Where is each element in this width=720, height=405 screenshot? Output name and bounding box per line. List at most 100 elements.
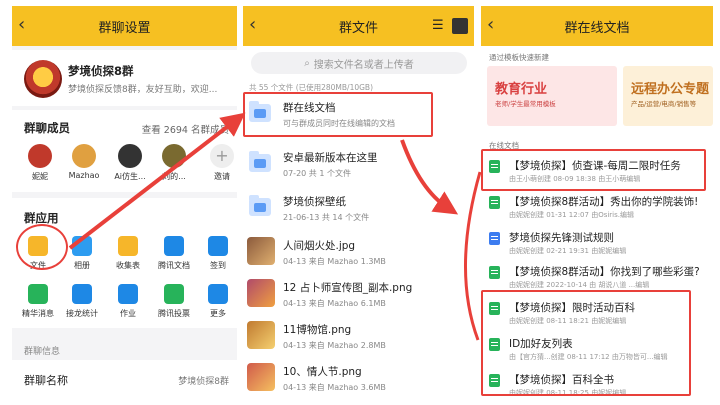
apps-card: 群应用 文件 相册 收集表 腾讯文档 签到 精华消息 接龙统计 作业 腾讯投票 … bbox=[12, 198, 237, 328]
doc-info: 由妮妮创建 08-11 18:25 由妮妮编辑 bbox=[509, 389, 627, 397]
doc-info: 由妮妮创建 02-21 19:31 由妮妮编辑 bbox=[509, 247, 627, 255]
checkin-icon bbox=[208, 236, 228, 256]
template-education[interactable]: 教育行业 老师/学生最常用模板 bbox=[487, 66, 617, 126]
image-thumbnail bbox=[247, 279, 275, 307]
sheet-icon bbox=[489, 266, 500, 279]
back-arrow-icon[interactable]: ‹ bbox=[249, 16, 256, 34]
invite-button[interactable]: + 邀请 bbox=[202, 144, 237, 182]
search-placeholder: 搜索文件名或者上传者 bbox=[313, 59, 414, 71]
app-label: 更多 bbox=[210, 309, 226, 318]
doc-row[interactable]: ID加好友列表 由【官方猜...创建 08-11 17:12 由万物皆可...编… bbox=[481, 334, 713, 364]
sheet-icon bbox=[489, 160, 500, 173]
app-relay[interactable]: 接龙统计 bbox=[62, 284, 102, 319]
app-essence[interactable]: 精华消息 bbox=[18, 284, 58, 319]
avatar bbox=[72, 144, 96, 168]
file-row-folder[interactable]: 安卓最新版本在这里 07-20 共 1 个文件 bbox=[243, 144, 474, 184]
member-name: 刘的... bbox=[162, 172, 186, 181]
group-name: 梦境侦探8群 bbox=[68, 64, 134, 78]
template-title: 教育行业 bbox=[495, 82, 548, 97]
group-name-label: 群聊名称 bbox=[24, 374, 68, 387]
back-arrow-icon[interactable]: ‹ bbox=[18, 16, 25, 34]
upload-folder-icon[interactable] bbox=[452, 18, 468, 34]
file-info: 04-13 来自 Mazhao 3.6MB bbox=[283, 383, 386, 392]
apps-title: 群应用 bbox=[24, 211, 59, 225]
file-info: 可与群成员同时在线编辑的文档 bbox=[283, 119, 395, 128]
member-name: Ai仿生... bbox=[114, 172, 146, 181]
member-item[interactable]: Ai仿生... bbox=[110, 144, 150, 182]
avatar bbox=[118, 144, 142, 168]
tencent-docs-icon bbox=[164, 236, 184, 256]
doc-row[interactable]: 【梦境侦探8群活动】秀出你的学院装饰! 由妮妮创建 01-31 12:07 由O… bbox=[481, 192, 713, 222]
doc-title: 【梦境侦探】百科全书 bbox=[509, 374, 614, 386]
file-info: 07-20 共 1 个文件 bbox=[283, 169, 351, 178]
doc-row[interactable]: 【梦境侦探】百科全书 由妮妮创建 08-11 18:25 由妮妮编辑 bbox=[481, 370, 713, 400]
page-title: 群聊设置 bbox=[98, 20, 151, 36]
image-thumbnail bbox=[247, 363, 275, 391]
app-label: 接龙统计 bbox=[66, 309, 98, 318]
file-info: 04-13 来自 Mazhao 1.3MB bbox=[283, 257, 386, 266]
more-icon bbox=[208, 284, 228, 304]
top-bar: ‹ 群聊设置 bbox=[12, 6, 237, 46]
file-info: 04-13 来自 Mazhao 2.8MB bbox=[283, 341, 386, 350]
folder-icon bbox=[28, 236, 48, 256]
album-icon bbox=[72, 236, 92, 256]
doc-row[interactable]: 【梦境侦探】侦查课-每周二限时任务 由王小萌创建 08-09 18:38 由王小… bbox=[481, 156, 713, 186]
file-name: 人间烟火处.jpg bbox=[283, 240, 356, 252]
group-description: 梦境侦探反馈8群，友好互助，欢迎... bbox=[68, 85, 218, 95]
invite-label: 邀请 bbox=[214, 172, 230, 181]
doc-row[interactable]: 【梦境侦探8群活动】你找到了哪些彩蛋? 由妮妮创建 2022-10-14 由 胡… bbox=[481, 262, 713, 292]
app-files[interactable]: 文件 bbox=[18, 236, 58, 271]
members-title: 群聊成员 bbox=[24, 121, 70, 135]
app-vote[interactable]: 腾讯投票 bbox=[154, 284, 194, 319]
file-row-image[interactable]: 11博物馆.png 04-13 来自 Mazhao 2.8MB bbox=[243, 316, 474, 356]
group-avatar bbox=[24, 60, 62, 98]
template-remote-work[interactable]: 远程办公专题 产品/运营/电商/销售等 bbox=[623, 66, 713, 126]
sort-icon[interactable]: ☰ bbox=[432, 18, 448, 34]
doc-info: 由妮妮创建 2022-10-14 由 胡说八道 ...编辑 bbox=[509, 281, 650, 289]
app-label: 作业 bbox=[120, 309, 136, 318]
app-label: 签到 bbox=[210, 261, 226, 270]
sheet-icon bbox=[489, 196, 500, 209]
app-label: 相册 bbox=[74, 261, 90, 270]
image-thumbnail bbox=[247, 237, 275, 265]
app-more[interactable]: 更多 bbox=[198, 284, 237, 319]
vote-icon bbox=[164, 284, 184, 304]
online-docs-panel: ‹ 群在线文档 通过模板快速新建 教育行业 老师/学生最常用模板 远程办公专题 … bbox=[481, 6, 713, 400]
file-row-image[interactable]: 10、情人节.png 04-13 来自 Mazhao 3.6MB bbox=[243, 358, 474, 398]
doc-info: 由【官方猜...创建 08-11 17:12 由万物皆可...编辑 bbox=[509, 353, 668, 361]
file-name: 梦境侦探壁纸 bbox=[283, 196, 346, 208]
doc-info: 由妮妮创建 01-31 12:07 由Osiris.编辑 bbox=[509, 211, 634, 219]
doc-title: 【梦境侦探8群活动】你找到了哪些彩蛋? bbox=[509, 266, 700, 278]
app-tencent-docs[interactable]: 腾讯文档 bbox=[154, 236, 194, 271]
search-input[interactable]: ⌕ 搜索文件名或者上传者 bbox=[251, 52, 467, 74]
file-row-image[interactable]: 12 占卜师宣传图_副本.png 04-13 来自 Mazhao 6.1MB bbox=[243, 274, 474, 314]
member-item[interactable]: 妮妮 bbox=[20, 144, 60, 182]
homework-icon bbox=[118, 284, 138, 304]
doc-info: 由妮妮创建 08-11 18:21 由妮妮编辑 bbox=[509, 317, 627, 325]
doc-title: 梦境侦探先锋测试规则 bbox=[509, 232, 614, 244]
sheet-icon bbox=[489, 338, 500, 351]
template-hint: 通过模板快速新建 bbox=[489, 53, 549, 62]
folder-icon bbox=[249, 101, 271, 122]
back-arrow-icon[interactable]: ‹ bbox=[487, 16, 494, 34]
view-members-link[interactable]: 查看 2694 名群成员 bbox=[142, 122, 229, 136]
file-row-folder[interactable]: 群在线文档 可与群成员同时在线编辑的文档 bbox=[243, 94, 474, 134]
sheet-icon bbox=[489, 302, 500, 315]
member-item[interactable]: Mazhao bbox=[64, 144, 104, 180]
member-item[interactable]: 刘的... bbox=[154, 144, 194, 182]
group-header-card[interactable]: 梦境侦探8群 梦境侦探反馈8群，友好互助，欢迎... bbox=[12, 50, 237, 106]
template-title: 远程办公专题 bbox=[631, 82, 710, 97]
members-card: 群聊成员 查看 2694 名群成员 妮妮 Mazhao Ai仿生... 刘的..… bbox=[12, 110, 237, 192]
doc-row[interactable]: 【梦境侦探】限时活动百科 由妮妮创建 08-11 18:21 由妮妮编辑 bbox=[481, 298, 713, 328]
group-name-row[interactable]: 群聊名称 梦境侦探8群 bbox=[12, 360, 237, 400]
file-row-folder[interactable]: 梦境侦探壁纸 21-06-13 共 14 个文件 bbox=[243, 188, 474, 228]
doc-row[interactable]: 梦境侦探先锋测试规则 由妮妮创建 02-21 19:31 由妮妮编辑 bbox=[481, 228, 713, 258]
doc-title: 【梦境侦探8群活动】秀出你的学院装饰! bbox=[509, 196, 699, 208]
sheet-icon bbox=[489, 374, 500, 387]
file-row-image[interactable]: 人间烟火处.jpg 04-13 来自 Mazhao 1.3MB bbox=[243, 232, 474, 272]
file-name: 安卓最新版本在这里 bbox=[283, 152, 378, 164]
app-checkin[interactable]: 签到 bbox=[198, 236, 237, 271]
app-album[interactable]: 相册 bbox=[62, 236, 102, 271]
app-form[interactable]: 收集表 bbox=[108, 236, 148, 271]
app-homework[interactable]: 作业 bbox=[108, 284, 148, 319]
